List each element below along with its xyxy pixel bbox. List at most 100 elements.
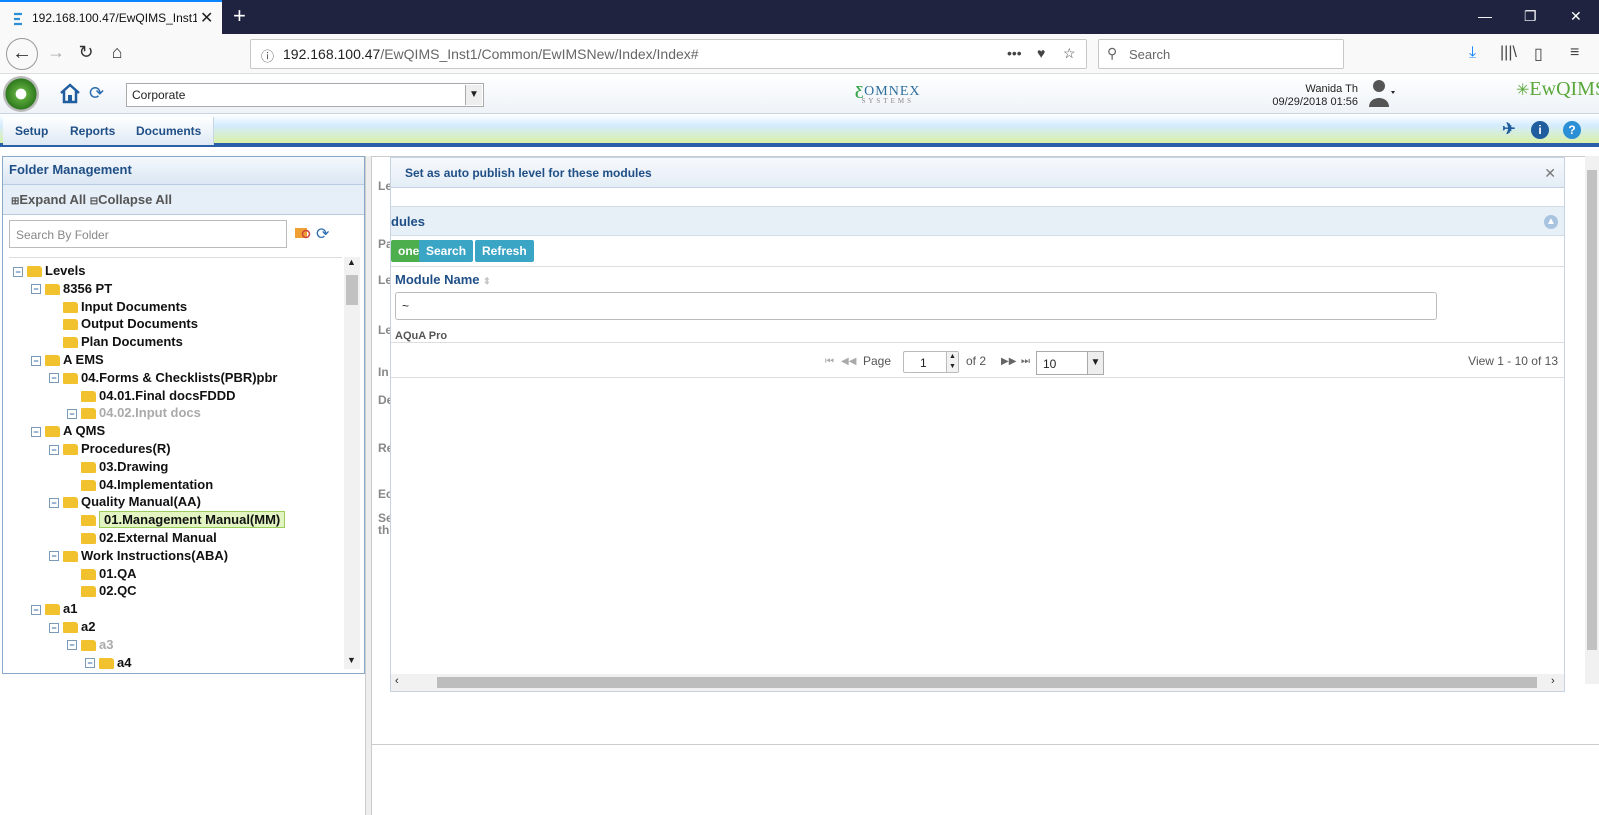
page-stepper-icon[interactable]: ▲ ▼ bbox=[946, 352, 958, 372]
tree-node[interactable]: − a1 bbox=[31, 600, 77, 618]
scrollbar-thumb[interactable] bbox=[346, 275, 358, 305]
tree-node[interactable]: − A QMS bbox=[31, 422, 105, 440]
new-tab-icon[interactable]: + bbox=[233, 3, 246, 29]
page-number-input[interactable]: 1 ▲ ▼ bbox=[903, 351, 959, 373]
tree-node[interactable]: 04.01.Final docsFDDD bbox=[67, 387, 236, 405]
forward-icon[interactable]: → bbox=[42, 42, 70, 66]
rows-per-page-select[interactable]: 10 ▼ bbox=[1036, 351, 1104, 375]
tree-node[interactable]: 03.Drawing bbox=[67, 458, 168, 476]
reload-icon[interactable]: ↻ bbox=[72, 42, 100, 66]
address-bar[interactable]: ⓘ 192.168.100.47/EwQIMS_Inst1/Common/EwI… bbox=[250, 39, 1087, 69]
scroll-right-icon[interactable]: › bbox=[1551, 675, 1555, 687]
collapse-node-icon[interactable]: − bbox=[85, 658, 95, 669]
collapse-node-icon[interactable]: − bbox=[49, 444, 59, 455]
tree-node[interactable]: 02.External Manual bbox=[67, 529, 217, 547]
close-tab-icon[interactable]: ✕ bbox=[200, 8, 213, 28]
scrollbar-thumb[interactable] bbox=[437, 677, 1537, 688]
library-icon[interactable]: |||\ bbox=[1500, 44, 1517, 62]
menu-reports[interactable]: Reports bbox=[58, 117, 129, 145]
collapse-node-icon[interactable]: − bbox=[49, 497, 59, 508]
collapse-node-icon[interactable]: − bbox=[31, 284, 41, 295]
column-header-module-name[interactable]: Module Name ⇕ bbox=[391, 266, 1564, 290]
page-scrollbar[interactable] bbox=[1585, 156, 1599, 684]
collapse-all-button[interactable]: ⊟Collapse All bbox=[90, 192, 172, 207]
scrollbar-thumb[interactable] bbox=[1587, 170, 1597, 650]
home-icon[interactable] bbox=[59, 82, 81, 104]
tree-scrollbar[interactable]: ▲ ▼ bbox=[344, 257, 360, 669]
collapse-node-icon[interactable]: − bbox=[13, 266, 23, 277]
pocket-icon[interactable]: ♥ bbox=[1037, 45, 1045, 61]
refresh-tree-icon[interactable]: ⟳ bbox=[316, 224, 329, 244]
collapse-node-icon[interactable]: − bbox=[49, 622, 59, 633]
tree-node[interactable]: − A EMS bbox=[31, 351, 104, 369]
sidebar-icon[interactable]: ▯ bbox=[1534, 44, 1543, 64]
app-logo[interactable] bbox=[3, 76, 39, 112]
horizontal-scrollbar[interactable]: ‹ › bbox=[391, 674, 1564, 691]
help-icon[interactable]: ? bbox=[1563, 121, 1581, 139]
chevron-down-icon[interactable]: ▼ bbox=[1087, 352, 1103, 374]
tree-node[interactable]: − 04.Forms & Checklists(PBR)pbr bbox=[49, 369, 278, 387]
tree-node[interactable]: − Procedures(R) bbox=[49, 440, 171, 458]
last-page-icon[interactable]: ⏭ bbox=[1021, 356, 1030, 367]
tree-node[interactable]: − a4 bbox=[85, 654, 131, 669]
tree-node[interactable]: Plan Documents bbox=[49, 333, 183, 351]
info-icon[interactable]: i bbox=[1531, 121, 1549, 139]
collapse-node-icon[interactable]: − bbox=[31, 355, 41, 366]
browser-search-input[interactable]: ⚲ Search bbox=[1098, 39, 1344, 69]
scroll-up-icon[interactable]: ▲ bbox=[347, 257, 356, 267]
pin-icon[interactable]: ✈ bbox=[1500, 121, 1518, 139]
tree-node[interactable]: 01.Management Manual(MM) bbox=[67, 511, 286, 529]
menu-setup[interactable]: Setup bbox=[3, 117, 62, 145]
collapse-node-icon[interactable]: − bbox=[67, 408, 77, 419]
menu-icon[interactable]: ≡ bbox=[1570, 44, 1579, 62]
collapse-node-icon[interactable]: − bbox=[49, 373, 59, 384]
info-icon[interactable]: ⓘ bbox=[261, 46, 274, 65]
collapse-node-icon[interactable]: − bbox=[67, 640, 77, 651]
tree-node[interactable]: − Work Instructions(ABA) bbox=[49, 547, 228, 565]
panel-splitter[interactable] bbox=[365, 156, 372, 815]
restore-icon[interactable]: ❐ bbox=[1524, 8, 1537, 25]
tree-node[interactable]: 02.QC bbox=[67, 582, 137, 600]
organization-select[interactable]: Corporate ▼ bbox=[126, 83, 484, 107]
tree-node[interactable]: Input Documents bbox=[49, 298, 187, 316]
chevron-down-icon[interactable]: ▼ bbox=[465, 85, 482, 105]
tree-node[interactable]: − a3 bbox=[67, 636, 113, 654]
collapse-node-icon[interactable]: − bbox=[31, 604, 41, 615]
close-window-icon[interactable]: ✕ bbox=[1570, 8, 1582, 25]
refresh-button[interactable]: Refresh bbox=[475, 240, 534, 262]
prev-page-icon[interactable]: ◀◀ bbox=[841, 356, 856, 367]
tree-node[interactable]: − a2 bbox=[49, 618, 95, 636]
next-page-icon[interactable]: ▶▶ bbox=[1001, 356, 1016, 367]
user-avatar-icon[interactable] bbox=[1368, 77, 1396, 109]
tree-node[interactable]: − 04.02.Input docs bbox=[67, 404, 201, 422]
menu-documents[interactable]: Documents bbox=[124, 117, 215, 145]
bookmark-star-icon[interactable]: ☆ bbox=[1063, 45, 1076, 62]
sort-icon[interactable]: ⇕ bbox=[483, 276, 491, 286]
first-page-icon[interactable]: ⏮ bbox=[825, 356, 834, 367]
tree-node[interactable]: − Levels bbox=[13, 262, 85, 280]
module-name-filter-input[interactable]: ~ bbox=[395, 292, 1437, 320]
tree-node[interactable]: 01.QA bbox=[67, 565, 137, 583]
table-row[interactable]: AQuA Pro bbox=[395, 330, 447, 342]
page-actions-icon[interactable]: ••• bbox=[1007, 45, 1022, 61]
folder-search-input[interactable]: Search By Folder bbox=[9, 220, 287, 248]
home-icon[interactable]: ⌂ bbox=[103, 42, 131, 66]
refresh-icon[interactable]: ⟳ bbox=[89, 83, 109, 103]
search-folder-icon[interactable] bbox=[295, 226, 311, 240]
tree-node[interactable]: Output Documents bbox=[49, 315, 198, 333]
tree-node[interactable]: − 8356 PT bbox=[31, 280, 112, 298]
expand-all-button[interactable]: ⊞Expand All bbox=[11, 192, 86, 207]
scroll-down-icon[interactable]: ▼ bbox=[347, 655, 356, 665]
back-icon[interactable]: ← bbox=[6, 38, 38, 70]
collapse-node-icon[interactable]: − bbox=[49, 551, 59, 562]
scroll-left-icon[interactable]: ‹ bbox=[395, 675, 399, 687]
collapse-section-icon[interactable]: ▲ bbox=[1544, 215, 1558, 229]
close-icon[interactable]: ✕ bbox=[1544, 165, 1556, 182]
browser-tab[interactable]: 192.168.100.47/EwQIMS_Inst1/C ✕ bbox=[0, 0, 222, 34]
collapse-node-icon[interactable]: − bbox=[31, 426, 41, 437]
minimize-icon[interactable]: ― bbox=[1478, 8, 1492, 24]
downloads-icon[interactable]: ⤓ bbox=[1469, 44, 1476, 62]
tree-node[interactable]: 04.Implementation bbox=[67, 476, 213, 494]
tree-node[interactable]: − Quality Manual(AA) bbox=[49, 493, 201, 511]
search-button[interactable]: Search bbox=[419, 240, 474, 262]
